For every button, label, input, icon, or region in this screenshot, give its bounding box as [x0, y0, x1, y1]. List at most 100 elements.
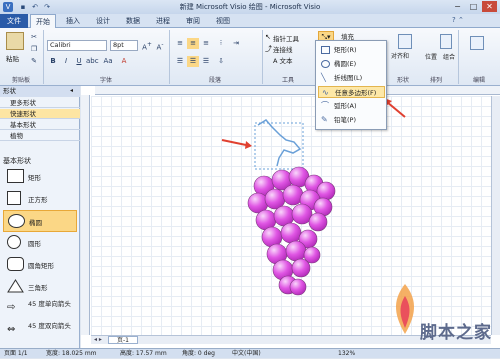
- help-icon[interactable]: ? ⌃: [452, 16, 464, 24]
- tab-file[interactable]: 文件: [0, 14, 28, 28]
- menu-item-rectangle[interactable]: 矩形(R): [318, 44, 385, 56]
- connector-icon: ⤴: [265, 45, 272, 53]
- shape-circle[interactable]: 圆形: [3, 232, 77, 254]
- collapse-icon[interactable]: ◂: [70, 87, 73, 94]
- shrink-font-icon[interactable]: A-: [154, 40, 166, 51]
- position-icon[interactable]: [398, 34, 412, 49]
- paste-icon[interactable]: [6, 32, 24, 50]
- rounded-rectangle-icon: [7, 257, 24, 271]
- italic-icon[interactable]: I: [60, 56, 72, 67]
- tab-home[interactable]: 开始: [30, 14, 56, 28]
- underline-icon[interactable]: U: [73, 56, 85, 67]
- sidebar-item-basic-shapes[interactable]: 基本形状: [0, 120, 80, 130]
- align-button[interactable]: 对齐和: [390, 52, 418, 61]
- copy-icon[interactable]: ❐: [28, 44, 40, 55]
- status-bar: 页面 1/1 宽度: 18.025 mm 高度: 17.57 mm 角度: 0 …: [0, 348, 500, 358]
- font-color-icon[interactable]: A: [118, 56, 130, 67]
- group-button[interactable]: 组合: [442, 52, 456, 64]
- circle-icon: [7, 235, 21, 249]
- shape-triangle[interactable]: 三角形: [3, 276, 77, 298]
- grape-berry[interactable]: [285, 240, 307, 262]
- sidebar-item-quick-shapes[interactable]: 快速形状: [0, 109, 80, 119]
- shape-label: 45 度双向箭头: [28, 322, 71, 330]
- bullets-icon[interactable]: ⁝: [215, 38, 227, 49]
- case-icon[interactable]: Aa: [102, 56, 114, 67]
- rectangle-icon: [321, 46, 330, 54]
- align-center-icon[interactable]: ☰: [187, 56, 199, 67]
- menu-item-label: 矩形(R): [334, 46, 357, 54]
- shape-label: 正方形: [28, 196, 48, 204]
- grape-berry[interactable]: [280, 222, 302, 244]
- tab-review[interactable]: 审阅: [180, 14, 206, 28]
- menu-item-label: 任意多边形(F): [335, 89, 377, 97]
- cut-icon[interactable]: ✂: [28, 32, 40, 43]
- shape-rounded-rectangle[interactable]: 圆角矩形: [3, 254, 77, 276]
- group-icon[interactable]: [440, 34, 452, 49]
- shape-ellipse[interactable]: 椭圆: [3, 210, 77, 232]
- sidebar-item-plants[interactable]: 植物: [0, 131, 80, 141]
- shape-label: 椭圆: [29, 219, 42, 227]
- bold-icon[interactable]: B: [47, 56, 59, 67]
- menu-item-pencil[interactable]: ✎ 铅笔(P): [318, 114, 385, 126]
- align-right-icon[interactable]: ☰: [200, 56, 212, 67]
- save-icon[interactable]: ▪: [18, 2, 28, 12]
- tab-process[interactable]: 进程: [150, 14, 176, 28]
- text-tool-button[interactable]: A 文本: [272, 55, 294, 67]
- shape-45-single-arrow[interactable]: ⇨ 45 度单向箭头: [3, 298, 77, 320]
- horizontal-ruler: [95, 86, 500, 95]
- font-name-select[interactable]: Calibri: [47, 40, 107, 51]
- menu-item-polyline[interactable]: ╲ 折线图(L): [318, 72, 385, 84]
- grape-berry[interactable]: [308, 212, 328, 232]
- stencil-title: 基本形状: [3, 157, 31, 165]
- drawing-tools-menu: 矩形(R) 椭圆(E) ╲ 折线图(L) ∿ 任意多边形(F) ⌒ 弧形(A) …: [315, 40, 387, 130]
- arrange-group-label: 排列: [429, 77, 442, 84]
- find-icon[interactable]: [470, 36, 484, 50]
- watermark-logo-icon: [395, 284, 415, 334]
- page-tab[interactable]: 页-1: [108, 336, 138, 344]
- menu-item-freeform[interactable]: ∿ 任意多边形(F): [318, 86, 385, 98]
- tab-insert[interactable]: 插入: [60, 14, 86, 28]
- tools-group-label: 工具: [281, 77, 294, 84]
- undo-icon[interactable]: ↶: [30, 2, 40, 12]
- page-nav-icon[interactable]: ◂ ▸: [94, 336, 102, 343]
- menu-item-ellipse[interactable]: 椭圆(E): [318, 58, 385, 70]
- vertical-scrollbar[interactable]: [491, 96, 500, 335]
- shape-45-double-arrow[interactable]: ⇔ 45 度双向箭头: [3, 320, 77, 342]
- shape-rectangle[interactable]: 矩形: [3, 166, 77, 188]
- redo-icon[interactable]: ↷: [42, 2, 52, 12]
- align-top-icon[interactable]: ≡: [174, 38, 186, 49]
- align-middle-icon[interactable]: ≡: [187, 38, 199, 49]
- visio-logo-icon: V: [3, 2, 13, 12]
- format-painter-icon[interactable]: ✎: [28, 56, 40, 67]
- align-bottom-icon[interactable]: ≡: [200, 38, 212, 49]
- tab-data[interactable]: 数据: [120, 14, 146, 28]
- grape-cluster: [247, 166, 336, 296]
- tab-design[interactable]: 设计: [90, 14, 116, 28]
- position-button[interactable]: 位置: [424, 52, 438, 64]
- align-left-icon[interactable]: ☰: [174, 56, 186, 67]
- double-arrow-icon: ⇔: [7, 324, 16, 335]
- grape-berry[interactable]: [291, 258, 311, 278]
- sidebar-item-more-shapes[interactable]: 更多形状: [0, 98, 80, 108]
- watermark-text: 脚本之家: [420, 323, 492, 343]
- vertical-ruler: [81, 95, 90, 335]
- menu-item-label: 椭圆(E): [334, 60, 357, 68]
- shape-square[interactable]: 正方形: [3, 188, 77, 210]
- menu-item-label: 折线图(L): [334, 74, 363, 82]
- clipboard-group-label: 剪贴板: [11, 77, 30, 84]
- arrow-icon: ⇨: [7, 302, 16, 313]
- paste-button[interactable]: 粘贴: [6, 53, 19, 63]
- font-size-select[interactable]: 8pt: [110, 40, 138, 51]
- strikethrough-icon[interactable]: abc: [86, 56, 99, 67]
- line-icon: ╲: [321, 73, 326, 82]
- tab-view[interactable]: 视图: [210, 14, 236, 28]
- text-direction-icon[interactable]: ⇩: [215, 56, 227, 67]
- grow-font-icon[interactable]: A+: [141, 40, 153, 51]
- grape-berry[interactable]: [289, 278, 307, 296]
- indent-icon[interactable]: ⇥: [230, 38, 242, 49]
- minimize-button[interactable]: −: [450, 1, 465, 12]
- pencil-icon: ✎: [321, 115, 328, 124]
- maximize-button[interactable]: □: [466, 1, 481, 12]
- close-button[interactable]: ✕: [482, 1, 497, 12]
- menu-item-arc[interactable]: ⌒ 弧形(A): [318, 100, 385, 112]
